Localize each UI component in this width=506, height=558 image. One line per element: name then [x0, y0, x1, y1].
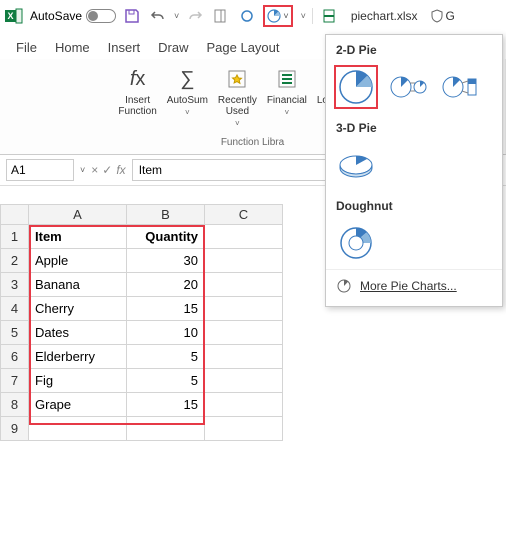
pie-small-icon — [336, 278, 352, 294]
svg-text:X: X — [7, 11, 13, 21]
accept-formula-icon[interactable]: ✓ — [102, 163, 112, 177]
title-bar: X AutoSave ˅ ˅ ˅ piechart.xlsx G — [0, 0, 506, 32]
pie-of-pie-option[interactable] — [386, 65, 430, 109]
pie-2d-icon — [336, 67, 376, 107]
more-pie-charts-label: More Pie Charts... — [360, 279, 457, 293]
quick-access-icon[interactable] — [211, 6, 231, 26]
table-row: 6Elderberry5 — [1, 345, 283, 369]
autosave-toggle[interactable]: AutoSave — [30, 9, 116, 23]
shield-icon — [430, 9, 444, 23]
pie-3d-option[interactable] — [334, 143, 378, 187]
more-pie-charts-button[interactable]: More Pie Charts... — [326, 269, 502, 302]
record-icon[interactable] — [237, 6, 257, 26]
sensitivity-button[interactable]: G — [430, 9, 455, 23]
dropdown-section-doughnut: Doughnut — [326, 191, 502, 217]
cell-a1[interactable]: Item — [29, 225, 127, 249]
table-row: 2Apple30 — [1, 249, 283, 273]
table-row: 5Dates10 — [1, 321, 283, 345]
chevron-down-icon: ˅ — [285, 108, 290, 117]
pie-chart-dropdown: 2-D Pie 3-D Pie Doughnut More Pie Charts… — [325, 34, 503, 307]
name-box[interactable] — [6, 159, 74, 181]
toggle-off-icon[interactable] — [86, 9, 116, 23]
pie-chart-qat-button[interactable]: ˅ — [263, 5, 292, 27]
star-icon — [223, 65, 251, 93]
cancel-formula-icon[interactable]: × — [91, 163, 98, 177]
sigma-icon: ∑ — [173, 65, 201, 93]
tab-page-layout[interactable]: Page Layout — [207, 40, 280, 55]
table-row: 3Banana20 — [1, 273, 283, 297]
autosave-label: AutoSave — [30, 9, 82, 23]
file-type-icon — [319, 6, 339, 26]
dropdown-section-3d-pie: 3-D Pie — [326, 113, 502, 139]
doughnut-icon — [336, 223, 376, 263]
undo-icon[interactable] — [148, 6, 168, 26]
insert-function-button[interactable]: fx Insert Function — [116, 63, 158, 119]
sensitivity-label: G — [446, 9, 455, 23]
tab-draw[interactable]: Draw — [158, 40, 188, 55]
table-row: 4Cherry15 — [1, 297, 283, 321]
fx-icon[interactable]: fx — [116, 163, 125, 177]
col-header-a[interactable]: A — [29, 205, 127, 225]
pie-3d-icon — [336, 145, 376, 185]
excel-logo-icon: X — [4, 6, 24, 26]
tab-home[interactable]: Home — [55, 40, 90, 55]
table-row: 9 — [1, 417, 283, 441]
pie-2d-option[interactable] — [334, 65, 378, 109]
pie-chart-icon — [266, 8, 282, 24]
chevron-down-icon: ˅ — [235, 119, 240, 128]
tab-file[interactable]: File — [16, 40, 37, 55]
save-icon[interactable] — [122, 6, 142, 26]
doughnut-option[interactable] — [334, 221, 378, 265]
tab-insert[interactable]: Insert — [108, 40, 141, 55]
cell-b1[interactable]: Quantity — [127, 225, 205, 249]
col-header-c[interactable]: C — [205, 205, 283, 225]
pie-of-pie-icon — [388, 67, 428, 107]
table-row: 1 Item Quantity — [1, 225, 283, 249]
financial-icon — [273, 65, 301, 93]
select-all-corner[interactable] — [1, 205, 29, 225]
filename-label: piechart.xlsx — [351, 9, 418, 23]
table-row: 7Fig5 — [1, 369, 283, 393]
chevron-down-icon: ˅ — [282, 11, 289, 21]
table-row: 8Grape15 — [1, 393, 283, 417]
col-header-b[interactable]: B — [127, 205, 205, 225]
chevron-down-icon: ˅ — [185, 108, 190, 117]
fx-icon: fx — [124, 65, 152, 93]
autosum-button[interactable]: ∑ AutoSum ˅ — [165, 63, 210, 119]
recently-used-button[interactable]: Recently Used ˅ — [216, 63, 259, 130]
dropdown-section-2d-pie: 2-D Pie — [326, 35, 502, 61]
ribbon-group-label: Function Libra — [221, 137, 284, 150]
bar-of-pie-option[interactable] — [438, 65, 482, 109]
financial-button[interactable]: Financial ˅ — [265, 63, 309, 119]
bar-of-pie-icon — [440, 67, 480, 107]
redo-icon[interactable] — [185, 6, 205, 26]
